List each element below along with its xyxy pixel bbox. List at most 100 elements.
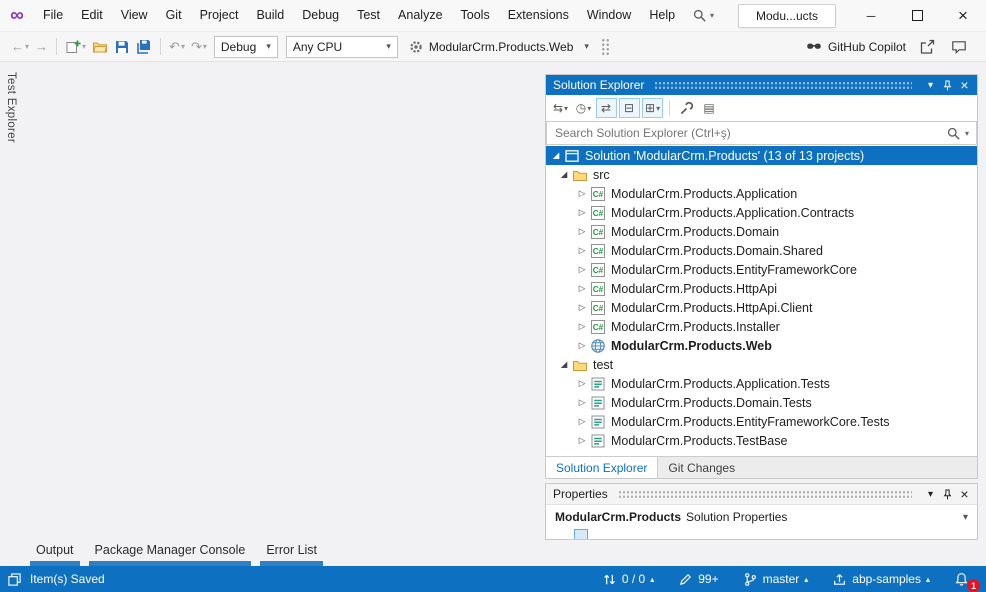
- menu-item[interactable]: Build: [247, 0, 293, 31]
- menu-item[interactable]: Window: [578, 0, 640, 31]
- expander-icon[interactable]: ◢: [548, 150, 564, 161]
- pin-icon[interactable]: [941, 79, 954, 92]
- menu-item[interactable]: Edit: [72, 0, 112, 31]
- toolwindow-tab[interactable]: Package Manager Console: [89, 540, 252, 566]
- new-project-button[interactable]: ▾: [62, 35, 89, 59]
- tab-git-changes[interactable]: Git Changes: [658, 457, 745, 478]
- menu-item[interactable]: Debug: [293, 0, 348, 31]
- pin-icon[interactable]: [941, 488, 954, 501]
- expander-icon[interactable]: ▷: [574, 397, 590, 408]
- save-button[interactable]: [111, 35, 133, 59]
- close-icon[interactable]: ×: [956, 77, 973, 93]
- toolwindow-tab[interactable]: Output: [30, 540, 80, 566]
- tree-item[interactable]: ▷ ModularCrm.Products.EntityFrameworkCor…: [546, 412, 977, 431]
- properties-header[interactable]: Properties ▾ ×: [546, 484, 977, 505]
- toolbar-options-handle[interactable]: [601, 38, 610, 56]
- menu-item[interactable]: Analyze: [389, 0, 451, 31]
- properties-wrench-icon[interactable]: [676, 98, 697, 118]
- notifications-bell[interactable]: 1: [954, 570, 974, 588]
- navigate-back-button[interactable]: ←▾: [8, 35, 32, 59]
- expander-icon[interactable]: ▷: [574, 435, 590, 446]
- navigate-forward-button[interactable]: →: [32, 35, 51, 59]
- configuration-dropdown[interactable]: Debug▾: [214, 36, 278, 58]
- expander-icon[interactable]: ▷: [574, 264, 590, 275]
- menu-item[interactable]: Tools: [452, 0, 499, 31]
- titlebar-search-box[interactable]: Modu...ucts: [738, 4, 836, 28]
- expander-icon[interactable]: ▷: [574, 188, 590, 199]
- maximize-button[interactable]: [894, 0, 940, 31]
- expander-icon[interactable]: ▷: [574, 340, 590, 351]
- startup-project-dropdown[interactable]: ModularCrm.Products.Web ▾: [402, 39, 595, 55]
- undo-button[interactable]: ↶▾: [166, 35, 188, 59]
- solution-explorer-search-input[interactable]: [547, 122, 939, 144]
- expander-icon[interactable]: ▷: [574, 207, 590, 218]
- redo-button[interactable]: ↷▾: [188, 35, 210, 59]
- undo-icon: ↶: [169, 39, 180, 55]
- tree-item[interactable]: ▷ ModularCrm.Products.Domain.Shared: [546, 241, 977, 260]
- platform-dropdown[interactable]: Any CPU▾: [286, 36, 398, 58]
- menu-item[interactable]: File: [34, 0, 72, 31]
- share-button[interactable]: [916, 35, 938, 59]
- background-tasks-icon[interactable]: [7, 572, 22, 587]
- caret-down-icon[interactable]: ▾: [965, 129, 969, 138]
- window-position-icon[interactable]: ▾: [922, 489, 939, 500]
- pending-changes-filter-icon[interactable]: ◷▾: [573, 98, 594, 118]
- search-button[interactable]: ▾: [686, 8, 720, 23]
- git-branch-selector[interactable]: master ▴: [743, 572, 809, 587]
- toolwindow-tab[interactable]: Error List: [260, 540, 323, 566]
- expander-icon[interactable]: ▷: [574, 245, 590, 256]
- switch-views-icon[interactable]: ⇆▾: [550, 98, 571, 118]
- open-file-button[interactable]: [89, 35, 111, 59]
- github-copilot-button[interactable]: GitHub Copilot: [806, 39, 906, 55]
- search-icon[interactable]: [946, 126, 961, 141]
- save-all-button[interactable]: [133, 35, 155, 59]
- menu-item[interactable]: Help: [640, 0, 684, 31]
- preview-selected-items-icon[interactable]: ▤: [699, 98, 720, 118]
- expander-icon[interactable]: ▷: [574, 302, 590, 313]
- tree-item[interactable]: ▷ ModularCrm.Products.HttpApi: [546, 279, 977, 298]
- expander-icon[interactable]: ◢: [556, 169, 572, 180]
- close-button[interactable]: ×: [940, 0, 986, 31]
- expander-icon[interactable]: ▷: [574, 226, 590, 237]
- tab-solution-explorer[interactable]: Solution Explorer: [546, 457, 658, 478]
- solution-explorer-header[interactable]: Solution Explorer ▾ ×: [546, 75, 977, 95]
- send-feedback-button[interactable]: [948, 35, 970, 59]
- tree-item[interactable]: ▷ ModularCrm.Products.Application.Contra…: [546, 203, 977, 222]
- menu-item[interactable]: Extensions: [499, 0, 578, 31]
- git-sync-status[interactable]: 0 / 0 ▴: [602, 572, 654, 587]
- tree-item[interactable]: ▷ ModularCrm.Products.TestBase: [546, 431, 977, 450]
- tab-test-explorer[interactable]: Test Explorer: [5, 72, 17, 143]
- pending-edits-status[interactable]: 99+: [678, 572, 718, 587]
- tree-item[interactable]: ▷ ModularCrm.Products.HttpApi.Client: [546, 298, 977, 317]
- tree-item[interactable]: ▷ ModularCrm.Products.Domain.Tests: [546, 393, 977, 412]
- minimize-button[interactable]: ─: [848, 0, 894, 31]
- expander-icon[interactable]: ▷: [574, 378, 590, 389]
- expander-icon[interactable]: ▷: [574, 321, 590, 332]
- tree-item[interactable]: ▷ ModularCrm.Products.Installer: [546, 317, 977, 336]
- menu-item[interactable]: Test: [348, 0, 389, 31]
- node-icon: [564, 148, 580, 164]
- menu-item[interactable]: Git: [157, 0, 191, 31]
- show-all-files-icon[interactable]: ⊞▾: [642, 98, 663, 118]
- close-icon[interactable]: ×: [956, 486, 973, 502]
- tree-item[interactable]: ▷ ModularCrm.Products.Application: [546, 184, 977, 203]
- tree-item[interactable]: ▷ ModularCrm.Products.Domain: [546, 222, 977, 241]
- tree-item-web-startup-project[interactable]: ▷ ModularCrm.Products.Web: [546, 336, 977, 355]
- tree-item-solution[interactable]: ◢ Solution 'ModularCrm.Products' (13 of …: [546, 146, 977, 165]
- tree-item-src-folder[interactable]: ◢ src: [546, 165, 977, 184]
- window-position-icon[interactable]: ▾: [922, 80, 939, 91]
- tree-item-test-folder[interactable]: ◢ test: [546, 355, 977, 374]
- properties-object-dropdown[interactable]: ModularCrm.Products Solution Properties …: [546, 505, 977, 529]
- expander-icon[interactable]: ◢: [556, 359, 572, 370]
- visual-studio-logo-icon[interactable]: ∞: [0, 0, 34, 31]
- tree-item[interactable]: ▷ ModularCrm.Products.EntityFrameworkCor…: [546, 260, 977, 279]
- expander-icon[interactable]: ▷: [574, 283, 590, 294]
- menu-item[interactable]: View: [112, 0, 157, 31]
- collapse-all-icon[interactable]: ⊟: [619, 98, 640, 118]
- expander-icon[interactable]: ▷: [574, 416, 590, 427]
- menu-item[interactable]: Project: [191, 0, 248, 31]
- node-icon: [590, 376, 606, 392]
- tree-item[interactable]: ▷ ModularCrm.Products.Application.Tests: [546, 374, 977, 393]
- git-repo-selector[interactable]: abp-samples ▴: [832, 572, 930, 587]
- sync-with-active-document-icon[interactable]: ⇄: [596, 98, 617, 118]
